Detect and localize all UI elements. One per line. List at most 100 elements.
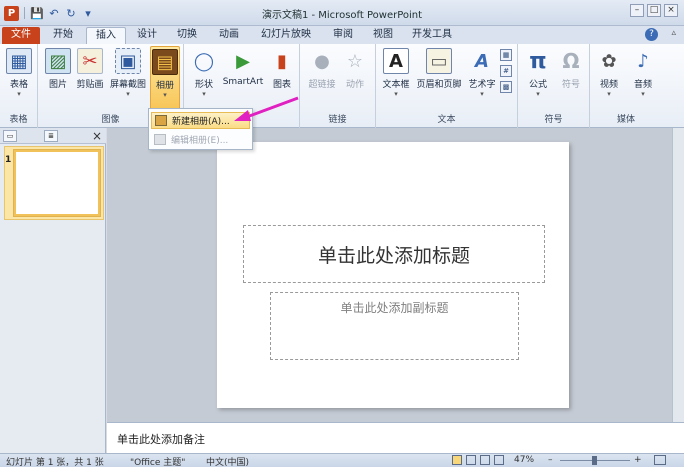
audio-button[interactable]: ♪ 音频 ▾ bbox=[628, 48, 658, 99]
slide-thumbnail[interactable] bbox=[14, 150, 100, 216]
zoom-level[interactable]: 47% bbox=[514, 455, 534, 465]
zoom-slider-handle[interactable] bbox=[592, 456, 597, 465]
chevron-down-icon: ▾ bbox=[536, 90, 540, 98]
smartart-button[interactable]: ▶ SmartArt bbox=[220, 48, 266, 88]
shapes-button[interactable]: ◯ 形状 ▾ bbox=[190, 48, 218, 99]
minimize-button[interactable]: – bbox=[630, 4, 644, 17]
tab-view[interactable]: 视图 bbox=[366, 27, 400, 44]
table-label: 表格 bbox=[9, 80, 28, 90]
action-label: 动作 bbox=[345, 80, 364, 90]
screenshot-icon: ▣ bbox=[115, 48, 141, 74]
header-footer-button[interactable]: ▭ 页眉和页脚 bbox=[414, 48, 464, 90]
group-tables: ▦ 表格 ▾ 表格 bbox=[0, 44, 38, 128]
slide-number-icon[interactable]: # bbox=[500, 65, 512, 77]
table-button[interactable]: ▦ 表格 ▾ bbox=[4, 48, 34, 98]
datetime-icon[interactable]: ▦ bbox=[500, 49, 512, 61]
tab-home[interactable]: 开始 bbox=[46, 27, 80, 44]
header-footer-icon: ▭ bbox=[426, 48, 452, 74]
fit-window-icon[interactable] bbox=[654, 455, 666, 465]
slides-pane-tabs: ▭ ≣ × bbox=[0, 128, 106, 144]
window-title: 演示文稿1 - Microsoft PowerPoint bbox=[261, 10, 423, 21]
textbox-button[interactable]: A 文本框 ▾ bbox=[380, 48, 412, 98]
picture-button[interactable]: ▨ 图片 bbox=[44, 48, 72, 90]
close-pane-icon[interactable]: × bbox=[92, 129, 102, 143]
symbol-label: 符号 bbox=[561, 80, 580, 90]
textbox-label: 文本框 bbox=[382, 80, 410, 90]
title-bar: P 💾 ↶ ↻ ▾ 演示文稿1 - Microsoft PowerPoint –… bbox=[0, 0, 684, 26]
audio-label: 音频 bbox=[633, 80, 652, 90]
group-symbols-label: 符号 bbox=[544, 115, 563, 125]
language-status[interactable]: 中文(中国) bbox=[206, 455, 249, 467]
header-footer-label: 页眉和页脚 bbox=[416, 80, 462, 90]
group-links: ● 超链接 ☆ 动作 链接 bbox=[300, 44, 376, 128]
chevron-down-icon: ▾ bbox=[394, 90, 398, 98]
group-media: ✿ 视频 ▾ ♪ 音频 ▾ 媒体 bbox=[590, 44, 662, 128]
equation-label: 公式 bbox=[528, 80, 547, 90]
chevron-down-icon: ▾ bbox=[202, 90, 206, 98]
ribbon: ▦ 表格 ▾ 表格 ▨ 图片 ✂ 剪贴画 ▣ 屏幕截图 ▾ ▤ 相册 ▾ 图像 … bbox=[0, 44, 684, 128]
wordart-icon: A bbox=[475, 50, 489, 72]
theme-status[interactable]: "Office 主题" bbox=[130, 455, 185, 467]
new-album-icon bbox=[155, 115, 167, 126]
shapes-icon: ◯ bbox=[193, 50, 215, 72]
normal-view-icon[interactable] bbox=[452, 455, 462, 465]
slides-tab-icon[interactable]: ▭ bbox=[3, 130, 17, 142]
help-icon[interactable]: ? bbox=[645, 28, 658, 41]
tab-developer[interactable]: 开发工具 bbox=[406, 27, 458, 44]
hyperlink-button[interactable]: ● 超链接 bbox=[306, 48, 338, 91]
edit-album-icon bbox=[154, 134, 166, 145]
new-album-label: 新建相册(A)... bbox=[172, 117, 230, 127]
group-links-label: 链接 bbox=[328, 115, 347, 125]
tab-review[interactable]: 审阅 bbox=[326, 27, 360, 44]
zoom-out-icon[interactable]: – bbox=[548, 455, 553, 465]
clipart-button[interactable]: ✂ 剪贴画 bbox=[74, 48, 106, 90]
minimize-ribbon-icon[interactable]: ▵ bbox=[671, 28, 676, 38]
action-icon: ☆ bbox=[346, 50, 364, 72]
group-text: A 文本框 ▾ ▭ 页眉和页脚 A 艺术字 ▾ ▦ # ▩ 文本 bbox=[376, 44, 518, 128]
omega-icon: Ω bbox=[562, 49, 580, 73]
vertical-scrollbar[interactable] bbox=[672, 128, 684, 422]
slideshow-view-icon[interactable] bbox=[494, 455, 504, 465]
screenshot-button[interactable]: ▣ 屏幕截图 ▾ bbox=[108, 48, 148, 98]
text-small-buttons: ▦ # ▩ bbox=[500, 49, 512, 93]
tab-insert[interactable]: 插入 bbox=[86, 27, 126, 44]
video-button[interactable]: ✿ 视频 ▾ bbox=[594, 48, 624, 99]
symbol-button[interactable]: Ω 符号 bbox=[556, 48, 586, 90]
tab-design[interactable]: 设计 bbox=[130, 27, 164, 44]
tab-file[interactable]: 文件 bbox=[2, 27, 40, 44]
subtitle-placeholder[interactable]: 单击此处添加副标题 bbox=[270, 292, 519, 360]
album-label: 相册 bbox=[155, 81, 174, 91]
notes-pane[interactable]: 单击此处添加备注 bbox=[107, 422, 684, 453]
video-label: 视频 bbox=[599, 80, 618, 90]
reading-view-icon[interactable] bbox=[480, 455, 490, 465]
album-button[interactable]: ▤ 相册 ▾ bbox=[150, 46, 180, 110]
outline-tab-icon[interactable]: ≣ bbox=[44, 130, 58, 142]
screenshot-label: 屏幕截图 bbox=[109, 80, 146, 90]
zoom-in-icon[interactable]: + bbox=[634, 455, 642, 465]
sorter-view-icon[interactable] bbox=[466, 455, 476, 465]
picture-icon: ▨ bbox=[45, 48, 71, 74]
tab-transitions[interactable]: 切换 bbox=[170, 27, 204, 44]
chart-label: 图表 bbox=[272, 80, 291, 90]
title-placeholder[interactable]: 单击此处添加标题 bbox=[243, 225, 545, 283]
smartart-icon: ▶ bbox=[236, 50, 250, 72]
edit-album-menu-item[interactable]: 编辑相册(E)... bbox=[151, 131, 250, 148]
close-button[interactable]: × bbox=[664, 4, 678, 17]
clipart-icon: ✂ bbox=[77, 48, 103, 74]
smartart-label: SmartArt bbox=[222, 77, 264, 87]
maximize-button[interactable]: □ bbox=[647, 4, 661, 17]
wordart-button[interactable]: A 艺术字 ▾ bbox=[466, 48, 498, 99]
chevron-down-icon: ▾ bbox=[17, 90, 21, 98]
tab-animations[interactable]: 动画 bbox=[212, 27, 246, 44]
action-button[interactable]: ☆ 动作 bbox=[340, 48, 370, 91]
group-text-label: 文本 bbox=[437, 115, 456, 125]
clipart-label: 剪贴画 bbox=[76, 80, 104, 90]
equation-button[interactable]: π 公式 ▾ bbox=[522, 48, 554, 99]
chart-button[interactable]: ▮ 图表 bbox=[268, 48, 296, 91]
tab-slideshow[interactable]: 幻灯片放映 bbox=[254, 27, 318, 44]
object-icon[interactable]: ▩ bbox=[500, 81, 512, 93]
window-controls: – □ × bbox=[630, 4, 678, 17]
slide-canvas[interactable]: 单击此处添加标题 单击此处添加副标题 bbox=[217, 142, 569, 408]
chevron-down-icon: ▾ bbox=[163, 91, 167, 99]
hyperlink-icon: ● bbox=[314, 50, 330, 72]
